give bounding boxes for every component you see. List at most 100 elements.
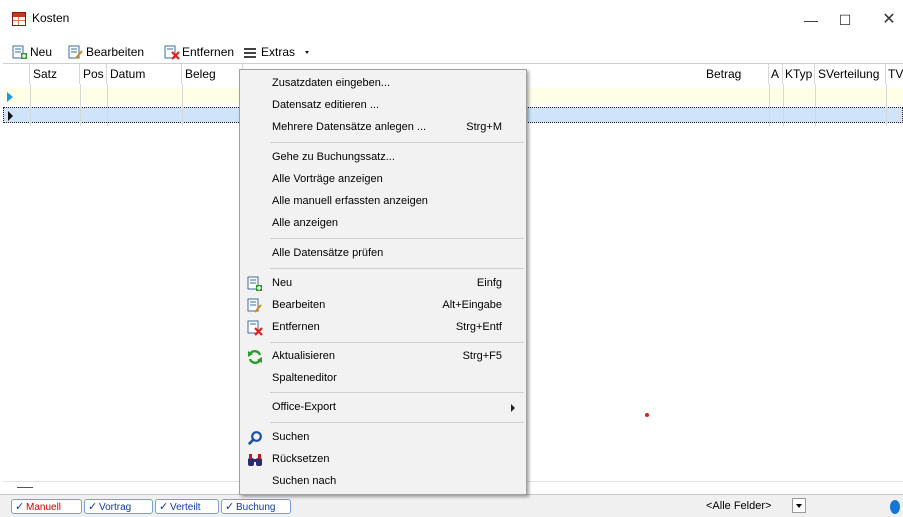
check-icon: ✓ (88, 501, 98, 513)
remove-button[interactable]: Entfernen (164, 44, 236, 61)
menu-item-office-export[interactable]: Office-Export (240, 397, 526, 418)
edit-document-icon (247, 298, 262, 313)
menu-item-label: Gehe zu Buchungssatz... (272, 151, 395, 163)
add-document-icon (12, 45, 27, 59)
minimize-button[interactable]: — (796, 8, 826, 32)
current-row-indicator-icon (8, 111, 13, 121)
add-document-icon (247, 276, 262, 291)
column-divider (30, 84, 31, 126)
menu-item-entfernen[interactable]: Entfernen Strg+Entf (240, 317, 526, 338)
new-button[interactable]: Neu (12, 44, 56, 61)
column-divider (783, 84, 784, 126)
menu-item-datensatz-editieren[interactable]: Datensatz editieren ... (240, 95, 526, 116)
menu-item-suchen[interactable]: Suchen (240, 427, 526, 448)
field-filter-dropdown-button[interactable] (792, 498, 806, 513)
remove-label: Entfernen (182, 45, 235, 59)
menu-item-datensaetze-pruefen[interactable]: Alle Datensätze prüfen (240, 243, 526, 264)
close-button[interactable]: ✕ (874, 8, 903, 32)
cost-table-icon (12, 12, 26, 26)
menu-item-alle-anzeigen[interactable]: Alle anzeigen (240, 213, 526, 234)
column-header-satz[interactable]: Satz (30, 64, 80, 84)
row-indicator-header (3, 64, 30, 84)
menu-separator (270, 392, 524, 393)
column-header-betrag[interactable]: Betrag (703, 64, 769, 84)
menu-item-shortcut: Strg+F5 (462, 350, 502, 362)
binoculars-icon (248, 454, 262, 466)
menu-separator (270, 142, 524, 143)
filter-label: Buchung (236, 502, 276, 513)
column-header-beleg[interactable]: Beleg (182, 64, 243, 84)
column-header-tv[interactable]: TV (886, 64, 903, 84)
grid-footer-dash (17, 487, 33, 488)
menu-item-aktualisieren[interactable]: Aktualisieren Strg+F5 (240, 346, 526, 367)
column-header-datum[interactable]: Datum (107, 64, 182, 84)
magnifier-icon (247, 431, 262, 446)
menu-item-spalteneditor[interactable]: Spalteneditor (240, 368, 526, 389)
cursor-dot (645, 413, 649, 417)
menu-item-label: Datensatz editieren ... (272, 99, 380, 111)
column-divider (107, 84, 108, 126)
menu-item-label: Alle Datensätze prüfen (272, 247, 384, 259)
menu-item-label: Spalteneditor (272, 372, 337, 384)
menu-item-label: Office-Export (272, 401, 336, 413)
menu-item-shortcut: Alt+Eingabe (442, 299, 502, 311)
menu-item-alle-manuell[interactable]: Alle manuell erfassten anzeigen (240, 191, 526, 212)
search-field-icon[interactable] (890, 500, 900, 514)
toolbar: Neu Bearbeiten Entfernen Extras (0, 41, 903, 63)
filter-manuell-toggle[interactable]: ✓ Manuell (11, 499, 82, 514)
menu-item-label: Alle manuell erfassten anzeigen (272, 195, 428, 207)
menu-item-label: Aktualisieren (272, 350, 335, 362)
filter-label: Manuell (26, 502, 62, 513)
menu-item-label: Alle Vorträge anzeigen (272, 173, 383, 185)
maximize-button[interactable]: ☐ (830, 8, 860, 32)
column-divider (886, 84, 887, 126)
edit-label: Bearbeiten (86, 45, 145, 59)
menu-item-neu[interactable]: Neu Einfg (240, 273, 526, 294)
column-divider (815, 84, 816, 126)
column-divider (182, 84, 183, 126)
extras-menu-button[interactable]: Extras (243, 44, 313, 61)
column-header-ktyp[interactable]: KTyp (783, 64, 815, 84)
chevron-right-icon (511, 404, 515, 412)
new-row-indicator-icon (7, 92, 13, 102)
menu-item-mehrere-anlegen[interactable]: Mehrere Datensätze anlegen ... Strg+M (240, 117, 526, 138)
filter-vortrag-toggle[interactable]: ✓ Vortrag (84, 499, 153, 514)
menu-item-gehe-zu-buchungssatz[interactable]: Gehe zu Buchungssatz... (240, 147, 526, 168)
extras-context-menu: Zusatzdaten eingeben... Datensatz editie… (239, 69, 527, 495)
check-icon: ✓ (159, 501, 169, 513)
menu-item-shortcut: Strg+M (466, 121, 502, 133)
menu-item-label: Zusatzdaten eingeben... (272, 77, 391, 89)
menu-separator (270, 342, 524, 343)
window-title: Kosten (32, 11, 70, 25)
check-icon: ✓ (225, 501, 235, 513)
menu-item-label: Suchen (272, 431, 310, 443)
delete-document-icon (164, 45, 180, 60)
menu-item-label: Suchen nach (272, 475, 337, 487)
menu-item-shortcut: Strg+Entf (455, 321, 502, 333)
filter-label: Verteilt (170, 502, 201, 513)
menu-item-alle-vortraege[interactable]: Alle Vorträge anzeigen (240, 169, 526, 190)
field-filter-combo[interactable]: <Alle Felder> (706, 499, 771, 514)
menu-item-label: Bearbeiten (272, 299, 326, 311)
status-bar: ✓ Manuell ✓ Vortrag ✓ Verteilt ✓ Buchung <Al… (0, 494, 903, 517)
delete-document-icon (247, 320, 263, 336)
menu-item-shortcut: Einfg (476, 277, 502, 289)
check-icon: ✓ (15, 501, 25, 513)
menu-separator (270, 422, 524, 423)
menu-separator (270, 238, 524, 239)
hamburger-menu-icon (244, 48, 256, 58)
menu-item-bearbeiten[interactable]: Bearbeiten Alt+Eingabe (240, 295, 526, 316)
column-header-a[interactable]: A (769, 64, 783, 84)
menu-item-zusatzdaten[interactable]: Zusatzdaten eingeben... (240, 73, 526, 94)
filter-label: Vortrag (99, 502, 132, 513)
dropdown-arrow-icon (305, 51, 309, 54)
menu-item-ruecksetzen[interactable]: Rücksetzen (240, 449, 526, 470)
menu-item-suchen-nach[interactable]: Suchen nach (240, 471, 526, 492)
menu-item-label: Entfernen (272, 321, 320, 333)
filter-buchung-toggle[interactable]: ✓ Buchung (221, 499, 291, 514)
filter-verteilt-toggle[interactable]: ✓ Verteilt (155, 499, 219, 514)
title-bar: Kosten — ☐ ✕ (0, 0, 903, 40)
column-header-pos[interactable]: Pos (80, 64, 107, 84)
edit-button[interactable]: Bearbeiten (68, 44, 160, 61)
column-header-sverteilung[interactable]: SVerteilung (815, 64, 886, 84)
